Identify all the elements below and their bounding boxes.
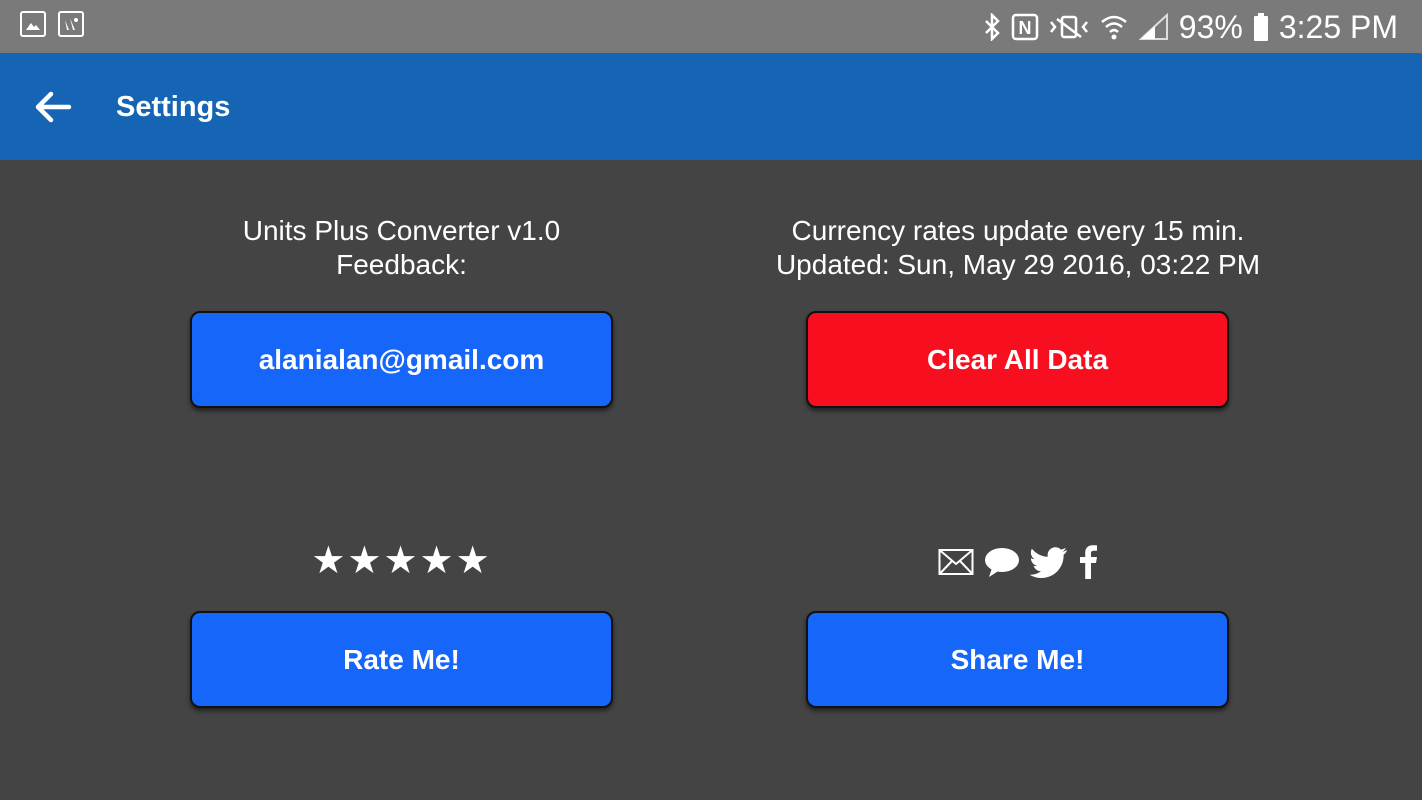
share-me-button[interactable]: Share Me!	[806, 611, 1229, 708]
clock: 3:25 PM	[1278, 8, 1398, 45]
page-title: Settings	[116, 91, 231, 123]
twitter-icon	[1029, 547, 1067, 578]
share-icons	[806, 540, 1229, 584]
rate-me-button[interactable]: Rate Me!	[190, 611, 613, 708]
vibrate-icon	[1049, 15, 1088, 39]
last-updated-text: Updated: Sun, May 29 2016, 03:22 PM	[775, 249, 1261, 280]
app-version-text: Units Plus Converter v1.0	[242, 215, 561, 246]
nfc-icon: N	[1011, 13, 1039, 41]
svg-text:N: N	[1018, 18, 1031, 38]
gallery-icon	[20, 11, 46, 37]
arrow-left-icon[interactable]	[33, 87, 73, 127]
chat-icon	[984, 548, 1019, 577]
facebook-icon	[1079, 545, 1097, 579]
currency-update-text: Currency rates update every 15 min.	[791, 215, 1245, 246]
signal-icon	[1138, 13, 1168, 40]
voicemail-icon	[58, 11, 84, 37]
email-feedback-button[interactable]: alanialan@gmail.com	[190, 311, 613, 408]
wifi-icon	[1100, 15, 1127, 40]
status-bar: N 93% 3:25 PM	[0, 0, 1422, 53]
battery-icon	[1253, 13, 1268, 41]
currency-info: Currency rates update every 15 min. Upda…	[766, 214, 1270, 282]
mail-icon	[938, 549, 973, 575]
app-info: Units Plus Converter v1.0 Feedback:	[190, 214, 613, 282]
battery-percent: 93%	[1178, 8, 1243, 45]
rating-stars: ★★★★★	[311, 540, 492, 582]
clear-all-data-button[interactable]: Clear All Data	[806, 311, 1229, 408]
feedback-label: Feedback:	[336, 249, 467, 280]
bluetooth-icon	[984, 13, 1000, 41]
app-bar: Settings	[0, 53, 1422, 160]
